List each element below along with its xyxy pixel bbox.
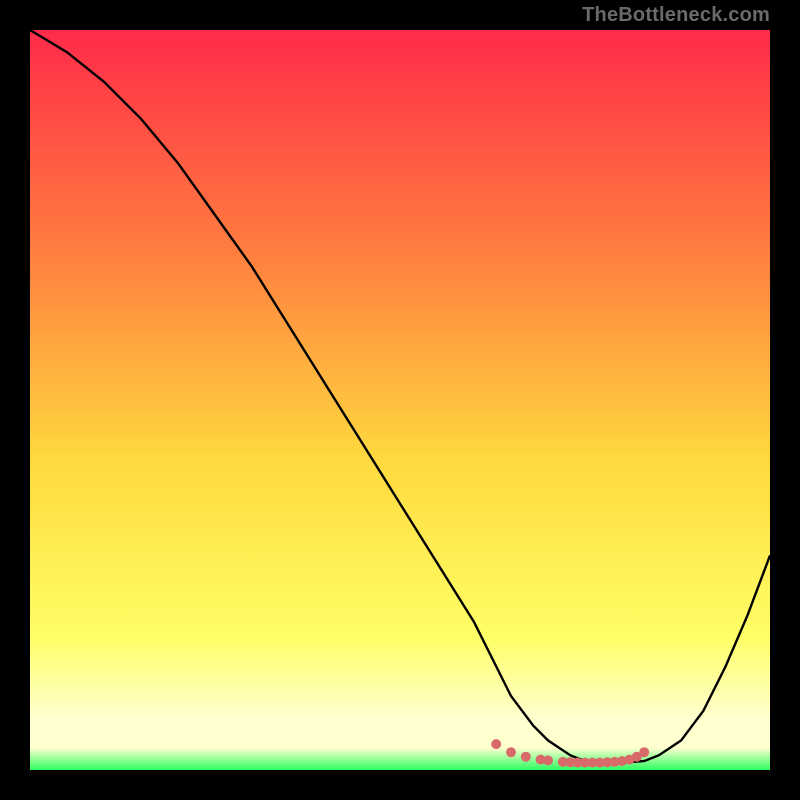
dot xyxy=(521,752,531,762)
dot xyxy=(543,755,553,765)
dot xyxy=(491,739,501,749)
gradient-background xyxy=(30,30,770,770)
dot xyxy=(639,747,649,757)
dot xyxy=(506,747,516,757)
watermark-text: TheBottleneck.com xyxy=(582,4,770,27)
chart-plot-area xyxy=(30,30,770,770)
chart-svg xyxy=(30,30,770,770)
